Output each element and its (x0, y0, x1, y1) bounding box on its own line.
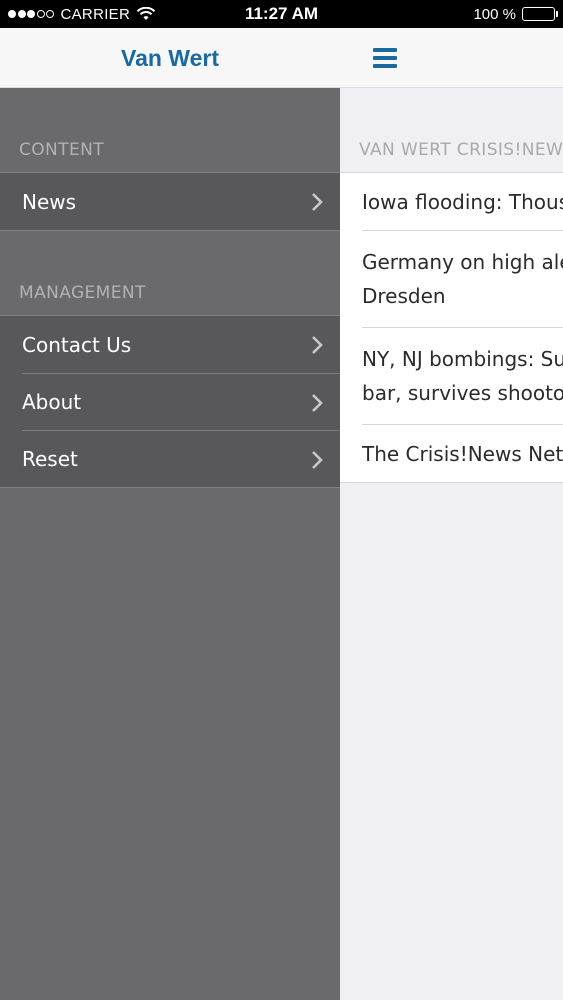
navigation-bar: Van Wert (0, 28, 563, 88)
app-screen: CARRIER 11:27 AM 100 % Van Wert CONTENT … (0, 0, 563, 1000)
app-title: Van Wert (121, 44, 219, 71)
menu-item-contact-us[interactable]: Contact Us (0, 316, 340, 373)
hamburger-menu-icon (373, 48, 397, 68)
news-headline-continued: Dresden (362, 284, 446, 308)
chevron-right-icon (312, 451, 323, 469)
menu-item-label: News (22, 189, 77, 214)
battery-icon (522, 7, 558, 21)
status-bar: CARRIER 11:27 AM 100 % (0, 0, 563, 28)
news-item[interactable]: Germany on high alert in Dresden (362, 230, 563, 327)
signal-strength-icon (8, 10, 56, 18)
menu-item-label: About (22, 390, 82, 414)
menu-group-management: Contact Us About Reset (0, 315, 340, 488)
menu-item-label: Reset (22, 447, 78, 471)
news-headline-continued: bar, survives shootout (362, 381, 563, 405)
wifi-icon (136, 7, 156, 21)
chevron-right-icon (312, 394, 323, 412)
news-headline: Germany on high alert in (362, 250, 563, 274)
section-header-content: CONTENT (19, 140, 104, 160)
chevron-right-icon (312, 193, 323, 211)
news-section-header: VAN WERT CRISIS!NEWS (359, 140, 563, 160)
menu-item-label: Contact Us (22, 332, 132, 357)
news-content-pane: VAN WERT CRISIS!NEWS Iowa flooding: Thou… (340, 88, 563, 1000)
news-item[interactable]: Iowa flooding: Thousands (340, 173, 563, 230)
carrier-label: CARRIER (60, 5, 131, 23)
menu-button[interactable] (369, 44, 401, 72)
news-item[interactable]: The Crisis!News Network (362, 424, 563, 482)
menu-group-content: News (0, 172, 340, 231)
section-header-management: MANAGEMENT (19, 283, 146, 303)
news-headline: Iowa flooding: Thousands (362, 190, 563, 214)
side-menu: CONTENT News MANAGEMENT Contact Us About… (0, 88, 340, 1000)
menu-item-reset[interactable]: Reset (22, 430, 340, 487)
news-list: Iowa flooding: Thousands Germany on high… (340, 172, 563, 483)
news-headline: NY, NJ bombings: Suspect (362, 347, 563, 371)
status-left: CARRIER (8, 6, 156, 23)
chevron-right-icon (312, 336, 323, 354)
menu-item-about[interactable]: About (22, 373, 340, 430)
news-headline: The Crisis!News Network (362, 442, 563, 466)
news-item[interactable]: NY, NJ bombings: Suspect bar, survives s… (362, 327, 563, 424)
menu-item-news[interactable]: News (0, 173, 340, 230)
battery-percentage: 100 % (473, 5, 516, 23)
status-right: 100 % (473, 5, 558, 23)
